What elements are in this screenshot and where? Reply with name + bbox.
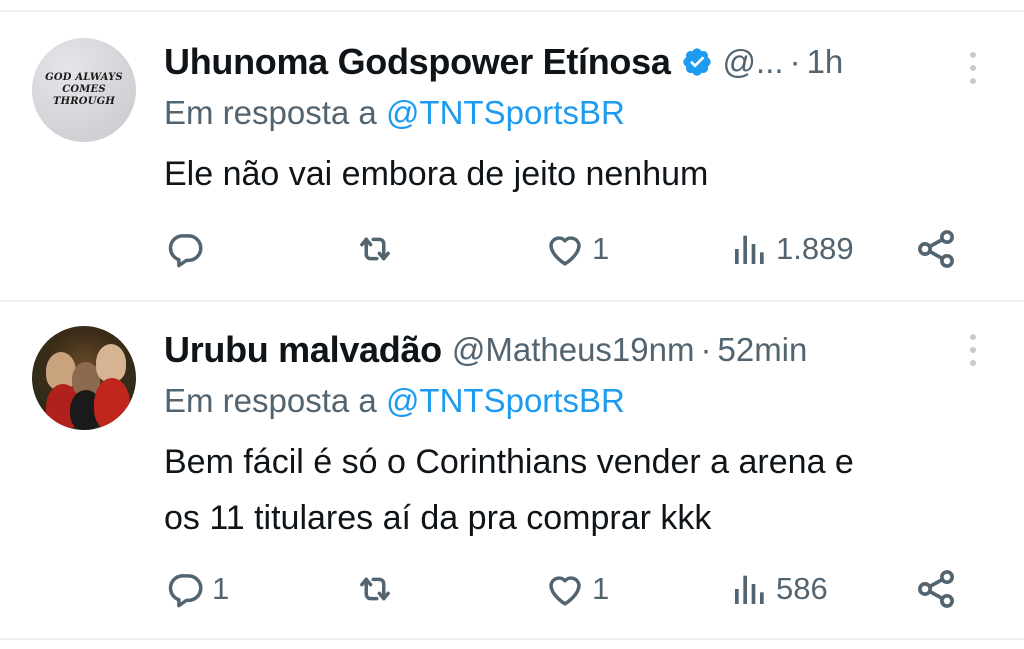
separator-dot: · [700,331,712,368]
avatar-text-line: GOD ALWAYS [45,72,123,83]
tweet-text-line: Ele não vai embora de jeito nenhum [164,155,709,193]
like-icon [549,236,581,266]
share-icon [918,570,954,608]
reply-count: 1 [212,571,230,606]
reply-mention-link[interactable]: @TNTSportsBR [386,382,625,419]
views-icon [735,575,764,604]
avatar[interactable] [32,326,136,430]
share-button[interactable] [914,224,958,274]
view-count: 586 [776,571,828,606]
reply-mention-link[interactable]: @TNTSportsBR [386,94,625,131]
tweet-header: Urubu malvadão @Matheus19nm · 52min [164,328,807,372]
tweet-text: Ele não vai embora de jeito nenhum [164,146,708,202]
author-handle[interactable]: @Matheus19nm [452,331,695,369]
reply-context: Em resposta a @TNTSportsBR [164,382,625,420]
views-icon [735,235,764,264]
avatar[interactable]: GOD ALWAYS COMES THROUGH [32,38,136,142]
retweet-icon [360,237,390,261]
reply-button[interactable] [164,224,212,274]
reply-button[interactable]: 1 [164,564,229,614]
reply-context: Em resposta a @TNTSportsBR [164,94,625,132]
retweet-button[interactable] [354,224,396,274]
tweet[interactable]: Urubu malvadão @Matheus19nm · 52min Em r… [0,302,1024,638]
verified-badge-icon [682,48,711,76]
tweet-text-line: Bem fácil é só o Corinthians vender a ar… [164,443,854,481]
tweet-text: Bem fácil é só o Corinthians vender a ar… [164,434,854,546]
views-button[interactable]: 1.889 [730,224,854,274]
avatar-text-line: COMES THROUGH [52,84,116,107]
author-name[interactable]: Uhunoma Godspower Etínosa [164,41,671,83]
view-count: 1.889 [776,231,854,266]
top-divider [0,10,1024,12]
author-name[interactable]: Urubu malvadão [164,329,442,371]
like-count: 1 [592,231,610,266]
like-icon [549,576,581,606]
tweet[interactable]: GOD ALWAYS COMES THROUGH Uhunoma Godspow… [0,14,1024,300]
retweet-button[interactable] [354,564,396,614]
timestamp[interactable]: 1h [807,43,844,81]
reply-prefix: Em resposta a [164,382,377,419]
bottom-divider [0,638,1024,640]
like-button[interactable]: 1 [544,564,609,614]
tweet-text-line: os 11 titulares aí da pra comprar kkk [164,499,712,537]
share-icon [918,230,954,268]
author-handle[interactable]: @... [723,43,784,81]
retweet-icon [360,577,390,601]
timestamp[interactable]: 52min [717,331,807,369]
views-button[interactable]: 586 [730,564,828,614]
more-options-icon[interactable] [970,334,976,373]
reply-prefix: Em resposta a [164,94,377,131]
like-button[interactable]: 1 [544,224,609,274]
reply-icon [168,234,203,268]
share-button[interactable] [914,564,958,614]
tweet-actions: 1 1.889 [0,224,1024,274]
more-options-icon[interactable] [970,52,976,91]
separator-dot: · [789,43,801,80]
like-count: 1 [592,571,610,606]
reply-icon [168,574,203,608]
tweet-header: Uhunoma Godspower Etínosa @... · 1h [164,40,843,84]
tweet-actions: 1 1 586 [0,564,1024,614]
